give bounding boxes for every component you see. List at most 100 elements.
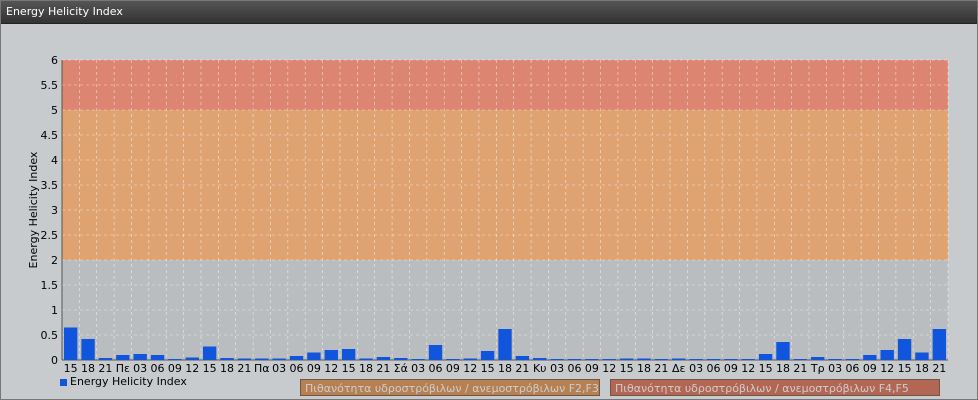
bar [272,358,286,360]
bar [446,359,460,360]
x-tick-label: 18 [776,362,790,375]
bar [341,349,356,360]
bar [880,350,894,360]
x-tick-label: 09 [446,362,460,375]
x-tick-label: Τρ [810,362,825,375]
x-tick-label: 09 [307,362,321,375]
x-tick-label: 15 [203,362,217,375]
x-tick-label: 18 [637,362,651,375]
bar [533,358,547,360]
bar [394,358,408,360]
bar [811,357,825,360]
bar [897,339,912,360]
bar [237,358,252,360]
bar [619,358,634,360]
bar [672,358,686,360]
bar [185,357,199,360]
bar [411,359,425,360]
y-tick-label: 5 [51,104,58,117]
x-tick-label: 12 [185,362,199,375]
x-tick-label: 21 [932,362,946,375]
x-tick-label: 09 [863,362,877,375]
x-tick-label: Κυ [533,362,547,375]
bar [932,329,946,360]
legend-label: Energy Helicity Index [70,375,187,388]
bar [915,352,929,360]
y-tick-label: 2.5 [41,229,59,242]
legend-swatch [60,378,67,386]
x-tick-label: 21 [515,362,529,375]
bar [359,358,373,360]
bar [776,342,790,360]
x-tick-label: 06 [845,362,859,375]
bar [828,359,842,360]
legend: Energy Helicity Index [60,375,187,388]
x-tick-label: 09 [168,362,182,375]
x-tick-label: 21 [237,362,251,375]
x-tick-label: 18 [359,362,373,375]
y-tick-label: 4.5 [41,129,59,142]
bar [64,327,78,360]
x-tick-label: 18 [81,362,95,375]
x-tick-label: 12 [880,362,894,375]
x-tick-label: 06 [567,362,581,375]
y-tick-label: 3.5 [41,179,59,192]
x-tick-label: 09 [585,362,599,375]
bar [98,358,113,360]
x-tick-label: 21 [98,362,112,375]
bar [724,359,738,360]
bar [585,359,599,360]
bar [255,358,269,360]
bar [116,355,130,360]
bar [463,358,477,360]
bar [689,359,703,360]
x-tick-label: 18 [915,362,929,375]
y-tick-label: 4 [51,154,58,167]
x-tick-label: Δε [672,362,686,375]
bar [863,355,877,360]
bar [376,357,391,360]
x-tick-label: 12 [602,362,616,375]
bar [845,359,860,360]
x-tick-label: 06 [706,362,720,375]
bar [480,351,495,360]
x-tick-label: 15 [342,362,356,375]
x-tick-label: 09 [724,362,738,375]
bar [168,359,182,360]
y-axis-label: Energy Helicity Index [27,151,40,268]
bar [602,359,616,360]
bar [637,358,651,360]
y-tick-label: 2 [51,254,58,267]
x-tick-label: 03 [411,362,425,375]
bar [498,329,512,360]
x-tick-label: 03 [828,362,842,375]
zone-legend-f2f3: Πιθανότητα υδροστρόβιλων / ανεμοστρόβιλω… [300,379,600,396]
x-tick-label: 15 [898,362,912,375]
x-tick-label: 15 [64,362,78,375]
bar [793,359,808,360]
x-tick-label: 12 [324,362,338,375]
bar [220,358,234,360]
x-tick-label: 03 [689,362,703,375]
bar [515,356,530,360]
x-tick-label: 21 [376,362,390,375]
x-tick-label: 12 [463,362,477,375]
x-tick-label: 06 [151,362,165,375]
bar [706,359,721,360]
x-tick-label: 18 [498,362,512,375]
x-tick-label: 03 [272,362,286,375]
y-tick-label: 5.5 [41,79,59,92]
bar [324,350,338,360]
x-tick-label: 06 [429,362,443,375]
y-tick-label: 0.5 [41,329,59,342]
x-tick-label: 15 [620,362,634,375]
zone-legend-f4f5: Πιθανότητα υδροστρόβιλων / ανεμοστρόβιλω… [610,379,940,396]
bar [150,355,165,360]
x-tick-label: Πε [116,362,130,375]
x-tick-label: 03 [550,362,564,375]
bar [202,346,217,360]
x-tick-label: 21 [654,362,668,375]
x-tick-label: 18 [220,362,234,375]
bar [567,359,582,360]
bar [428,345,443,360]
